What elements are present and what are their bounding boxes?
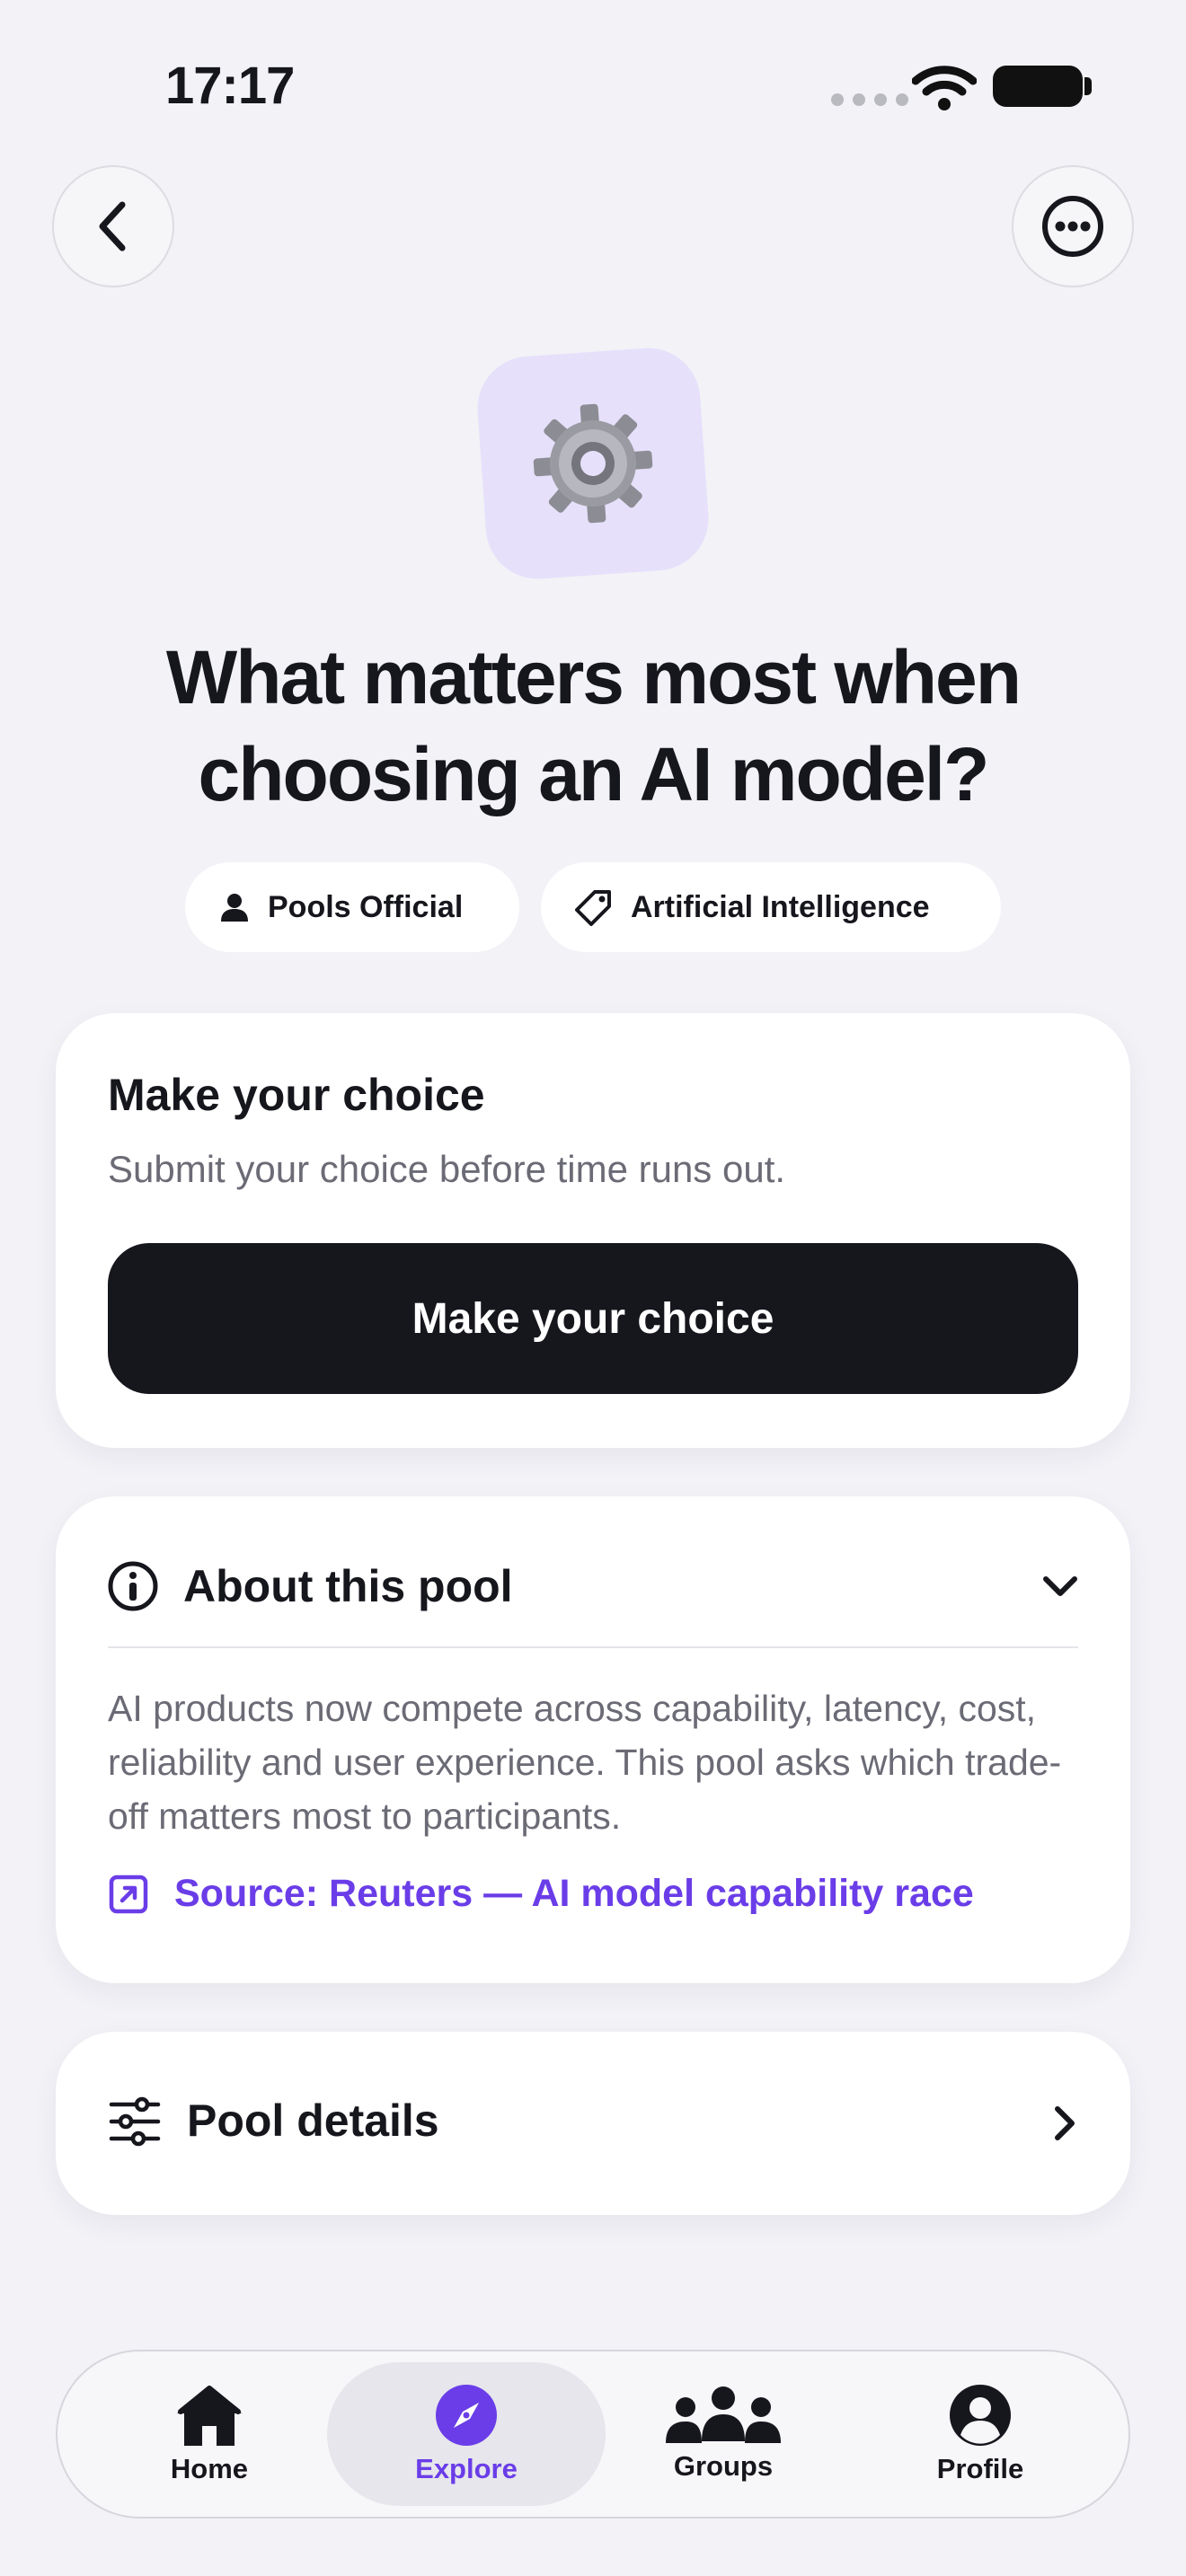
chevron-down-icon bbox=[1043, 1576, 1077, 1596]
topic-label: Artificial Intelligence bbox=[631, 889, 930, 924]
people-icon bbox=[666, 2386, 781, 2443]
gear-icon bbox=[533, 403, 653, 524]
pool-icon-tile bbox=[474, 344, 712, 583]
cellular-signal-icon bbox=[831, 93, 908, 106]
chevron-right-icon bbox=[1055, 2106, 1075, 2140]
about-pool-card: About this pool AI products now compete … bbox=[56, 1496, 1130, 1983]
tab-home-label: Home bbox=[170, 2453, 249, 2484]
tab-profile[interactable]: Profile bbox=[841, 2362, 1120, 2506]
tab-explore[interactable]: Explore bbox=[327, 2362, 606, 2506]
back-button[interactable] bbox=[52, 165, 174, 287]
external-link-icon bbox=[109, 1875, 148, 1913]
tab-bar: Home Explore Groups Profile bbox=[56, 2350, 1130, 2519]
battery-cap bbox=[1084, 77, 1092, 95]
pool-details-heading: Pool details bbox=[187, 2095, 439, 2146]
topic-chip[interactable]: Artificial Intelligence bbox=[541, 862, 1001, 952]
ellipsis-circle-icon bbox=[1042, 196, 1103, 257]
owner-label: Pools Official bbox=[268, 889, 464, 924]
tag-icon bbox=[575, 890, 611, 926]
wifi-icon bbox=[912, 66, 977, 110]
tab-home[interactable]: Home bbox=[70, 2362, 349, 2506]
choice-card-heading: Make your choice bbox=[108, 1070, 485, 1120]
choice-card-subtitle: Submit your choice before time runs out. bbox=[108, 1148, 786, 1190]
tab-profile-label: Profile bbox=[936, 2453, 1024, 2484]
sliders-icon bbox=[109, 2096, 161, 2147]
make-choice-card: Make your choice Submit your choice befo… bbox=[56, 1013, 1130, 1448]
about-pool-heading: About this pool bbox=[183, 1561, 513, 1611]
info-circle-icon bbox=[108, 1561, 158, 1611]
person-icon bbox=[221, 894, 248, 922]
compass-icon bbox=[436, 2385, 497, 2446]
person-circle-icon bbox=[950, 2385, 1011, 2446]
about-divider bbox=[108, 1646, 1078, 1648]
tab-groups-label: Groups bbox=[673, 2450, 774, 2482]
more-options-button[interactable] bbox=[1012, 165, 1134, 287]
chevron-left-icon bbox=[99, 201, 126, 251]
tab-groups[interactable]: Groups bbox=[584, 2362, 863, 2506]
source-link[interactable]: Source: Reuters — AI model capability ra… bbox=[108, 1872, 974, 1916]
make-choice-button[interactable]: Make your choice bbox=[108, 1243, 1078, 1394]
status-time: 17:17 bbox=[165, 57, 295, 115]
about-pool-toggle[interactable]: About this pool bbox=[106, 1541, 1080, 1631]
tab-explore-label: Explore bbox=[415, 2453, 518, 2484]
pool-details-row[interactable]: Pool details bbox=[56, 2032, 1130, 2215]
about-pool-body: AI products now compete across capabilit… bbox=[108, 1688, 1062, 1837]
battery-icon bbox=[993, 66, 1083, 107]
source-link-label: Source: Reuters — AI model capability ra… bbox=[174, 1872, 974, 1915]
owner-chip[interactable]: Pools Official bbox=[185, 862, 519, 952]
pool-title: What matters most when choosing an AI mo… bbox=[165, 635, 1022, 816]
house-icon bbox=[177, 2386, 242, 2446]
